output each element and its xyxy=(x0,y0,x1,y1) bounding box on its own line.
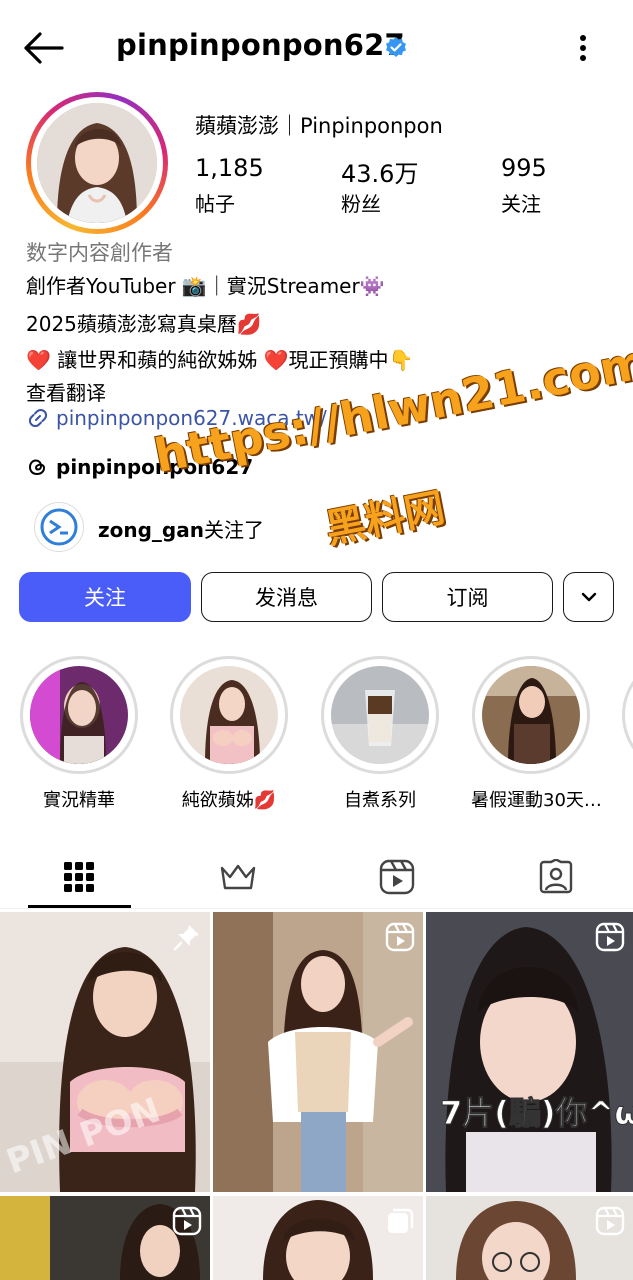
back-button[interactable] xyxy=(22,30,66,66)
post-thumbnail[interactable] xyxy=(0,1196,210,1280)
posts-label[interactable]: 帖子 xyxy=(195,188,235,217)
reels-icon xyxy=(172,1206,202,1236)
post-thumbnail[interactable]: 7片(騙)你^ω^ xyxy=(426,912,633,1192)
post-thumbnail[interactable] xyxy=(213,1196,423,1280)
tagged-person-icon xyxy=(539,859,573,894)
followers-label[interactable]: 粉丝 xyxy=(341,188,381,217)
reel-caption-overlay: 7片(騙)你^ω^ xyxy=(440,1094,633,1132)
followed-by-text: zong_gan关注了 xyxy=(98,514,264,543)
followers-count[interactable]: 43.6万 xyxy=(341,154,418,189)
grid-icon xyxy=(64,862,94,892)
message-button[interactable]: 发消息 xyxy=(201,572,372,622)
reels-icon xyxy=(595,922,625,952)
highlight-label: 純欲蘋姊💋 xyxy=(181,790,277,811)
pin-icon xyxy=(172,922,202,952)
highlight-label: 自煮系列 xyxy=(344,790,416,811)
follow-button[interactable]: 关注 xyxy=(19,572,191,622)
posts-count[interactable]: 1,185 xyxy=(195,154,264,182)
tab-divider xyxy=(0,908,633,909)
highlight-item[interactable]: 實況精華 xyxy=(19,656,139,812)
verified-badge-icon xyxy=(384,36,408,60)
tab-tagged[interactable] xyxy=(481,846,631,908)
arrow-left-icon xyxy=(24,32,64,64)
profile-category: 数字内容創作者 xyxy=(26,241,173,265)
suggestions-dropdown-button[interactable] xyxy=(563,572,614,622)
profile-avatar[interactable] xyxy=(26,92,168,234)
post-thumbnail[interactable]: PIN PON xyxy=(0,912,210,1192)
reels-icon xyxy=(379,859,415,895)
highlight-cover xyxy=(180,666,278,764)
following-label[interactable]: 关注 xyxy=(501,188,541,217)
highlight-cover xyxy=(482,666,580,764)
follower-name[interactable]: zong_gan xyxy=(98,518,204,542)
subscribe-button[interactable]: 订阅 xyxy=(382,572,553,622)
tab-reels[interactable] xyxy=(322,846,472,908)
threads-icon xyxy=(26,456,48,478)
highlight-item[interactable]: 自煮系列 xyxy=(320,656,440,812)
bio-line-2: 2025蘋蘋澎澎寫真桌曆💋 xyxy=(26,312,262,336)
post-thumbnail[interactable] xyxy=(213,912,423,1192)
highlight-label: 暑假運動30天… xyxy=(471,790,602,811)
watermark-caption: 黑料网 xyxy=(321,484,449,553)
tab-subscriptions[interactable] xyxy=(163,846,313,908)
multi-photo-icon xyxy=(385,1206,415,1236)
highlight-item-partial[interactable] xyxy=(622,656,633,774)
see-translation-link[interactable]: 查看翻译 xyxy=(26,377,106,406)
bio-line-3: ❤️ 讓世界和蘋的純欲姊姊 ❤️現正預購中👇 xyxy=(26,348,414,372)
more-options-button[interactable] xyxy=(568,30,598,66)
highlight-cover xyxy=(331,666,429,764)
link-icon xyxy=(26,406,50,430)
highlight-item[interactable]: 暑假運動30天… xyxy=(471,656,602,812)
more-vertical-icon xyxy=(580,35,586,61)
profile-username: pinpinponpon627 xyxy=(116,28,405,62)
avatar-photo xyxy=(37,103,157,223)
bio-line-1: 創作者YouTuber 📸｜實況Streamer👾 xyxy=(26,274,385,298)
highlight-label: 實況精華 xyxy=(43,790,115,811)
highlight-item[interactable]: 純欲蘋姊💋 xyxy=(169,656,289,812)
follower-avatar xyxy=(34,502,84,552)
crown-icon xyxy=(220,864,256,890)
following-count[interactable]: 995 xyxy=(501,154,547,182)
followed-suffix: 关注了 xyxy=(204,518,264,542)
chevron-down-icon xyxy=(581,592,596,602)
reels-icon xyxy=(595,1206,625,1236)
tab-posts[interactable] xyxy=(4,846,154,908)
post-thumbnail[interactable] xyxy=(426,1196,633,1280)
display-name: 蘋蘋澎澎｜Pinpinponpon xyxy=(195,114,443,138)
reels-icon xyxy=(385,922,415,952)
highlight-cover xyxy=(30,666,128,764)
active-tab-indicator xyxy=(28,905,131,908)
